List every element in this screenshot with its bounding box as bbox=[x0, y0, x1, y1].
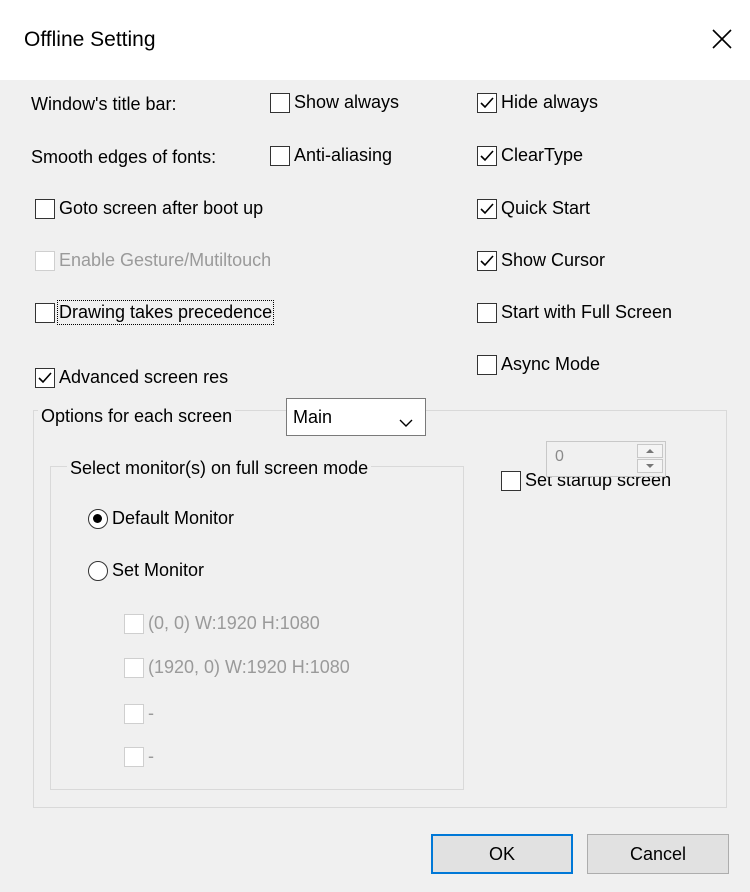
async-mode-label: Async Mode bbox=[501, 354, 601, 374]
enable-gesture-label: Enable Gesture/Mutiltouch bbox=[59, 250, 272, 270]
cancel-button[interactable]: Cancel bbox=[587, 834, 729, 874]
checkbox-box[interactable] bbox=[270, 92, 290, 113]
checkbox-box[interactable] bbox=[477, 302, 497, 323]
advanced-screen-res-label: Advanced screen res bbox=[59, 367, 229, 387]
checkbox-box[interactable] bbox=[35, 198, 55, 219]
start-full-screen-checkbox[interactable]: Start with Full Screen bbox=[477, 302, 672, 323]
advanced-screen-res-checkbox[interactable]: Advanced screen res bbox=[35, 367, 228, 388]
hide-always-label: Hide always bbox=[501, 92, 599, 112]
screen-select-value: Main bbox=[293, 406, 333, 427]
checkbox-box[interactable] bbox=[477, 354, 497, 375]
quick-start-label: Quick Start bbox=[501, 198, 591, 218]
monitor-label-2: (1920, 0) W:1920 H:1080 bbox=[148, 657, 350, 677]
radio-dot[interactable] bbox=[88, 560, 108, 581]
caret-up-icon bbox=[646, 449, 654, 453]
drawing-precedence-checkbox[interactable]: Drawing takes precedence bbox=[35, 300, 275, 325]
monitor-checkbox-4: - bbox=[124, 746, 154, 767]
monitor-label-1: (0, 0) W:1920 H:1080 bbox=[148, 613, 320, 633]
checkbox-box bbox=[124, 613, 144, 634]
monitor-checkbox-1: (0, 0) W:1920 H:1080 bbox=[124, 613, 320, 634]
hide-always-checkbox[interactable]: Hide always bbox=[477, 92, 598, 113]
enable-gesture-checkbox: Enable Gesture/Mutiltouch bbox=[35, 250, 271, 271]
checkbox-box bbox=[35, 250, 55, 271]
spinner-value: 0 bbox=[555, 448, 564, 465]
checkbox-box[interactable] bbox=[477, 92, 497, 113]
screen-select[interactable]: Main bbox=[286, 398, 426, 436]
default-monitor-radio[interactable]: Default Monitor bbox=[88, 508, 234, 529]
radio-dot[interactable] bbox=[88, 508, 108, 529]
anti-aliasing-label: Anti-aliasing bbox=[294, 145, 393, 165]
checkbox-box bbox=[124, 746, 144, 767]
checkbox-box[interactable] bbox=[477, 145, 497, 166]
chevron-down-icon bbox=[399, 412, 413, 433]
title-bar: Offline Setting bbox=[0, 0, 750, 80]
checkbox-box[interactable] bbox=[35, 367, 55, 388]
default-monitor-label: Default Monitor bbox=[112, 508, 235, 528]
show-cursor-checkbox[interactable]: Show Cursor bbox=[477, 250, 605, 271]
monitor-label-3: - bbox=[148, 703, 154, 723]
checkbox-box bbox=[124, 703, 144, 724]
cleartype-label: ClearType bbox=[501, 145, 584, 165]
spin-down-button[interactable] bbox=[637, 459, 663, 473]
checkbox-box[interactable] bbox=[270, 145, 290, 166]
check-icon bbox=[480, 96, 494, 108]
show-cursor-label: Show Cursor bbox=[501, 250, 606, 270]
title-bar-setting-label: Window's title bar: bbox=[31, 94, 177, 114]
show-always-label: Show always bbox=[294, 92, 400, 112]
show-always-checkbox[interactable]: Show always bbox=[270, 92, 399, 113]
goto-screen-label: Goto screen after boot up bbox=[59, 198, 264, 218]
caret-down-icon bbox=[646, 464, 654, 468]
monitor-group-label: Select monitor(s) on full screen mode bbox=[67, 458, 372, 479]
checkbox-box[interactable] bbox=[35, 302, 55, 323]
set-monitor-radio[interactable]: Set Monitor bbox=[88, 560, 204, 581]
spinner-buttons bbox=[637, 444, 663, 474]
start-full-screen-label: Start with Full Screen bbox=[501, 302, 673, 322]
goto-screen-checkbox[interactable]: Goto screen after boot up bbox=[35, 198, 263, 219]
monitor-checkbox-2: (1920, 0) W:1920 H:1080 bbox=[124, 657, 350, 678]
startup-screen-spinner[interactable]: 0 bbox=[546, 441, 666, 477]
check-icon bbox=[480, 149, 494, 161]
window-title: Offline Setting bbox=[24, 28, 156, 51]
anti-aliasing-checkbox[interactable]: Anti-aliasing bbox=[270, 145, 392, 166]
check-icon bbox=[480, 202, 494, 214]
ok-button[interactable]: OK bbox=[431, 834, 573, 874]
check-icon bbox=[480, 254, 494, 266]
monitor-checkbox-3: - bbox=[124, 703, 154, 724]
smooth-fonts-label: Smooth edges of fonts: bbox=[31, 147, 217, 167]
check-icon bbox=[38, 371, 52, 383]
screen-options-label: Options for each screen bbox=[38, 406, 236, 427]
checkbox-box[interactable] bbox=[477, 198, 497, 219]
cleartype-checkbox[interactable]: ClearType bbox=[477, 145, 583, 166]
checkbox-box[interactable] bbox=[501, 470, 521, 491]
drawing-precedence-label: Drawing takes precedence bbox=[56, 300, 275, 325]
quick-start-checkbox[interactable]: Quick Start bbox=[477, 198, 590, 219]
close-icon[interactable] bbox=[707, 24, 737, 54]
monitor-label-4: - bbox=[148, 746, 154, 766]
checkbox-box bbox=[124, 657, 144, 678]
set-monitor-label: Set Monitor bbox=[112, 560, 205, 580]
async-mode-checkbox[interactable]: Async Mode bbox=[477, 354, 600, 375]
spin-up-button[interactable] bbox=[637, 444, 663, 458]
checkbox-box[interactable] bbox=[477, 250, 497, 271]
